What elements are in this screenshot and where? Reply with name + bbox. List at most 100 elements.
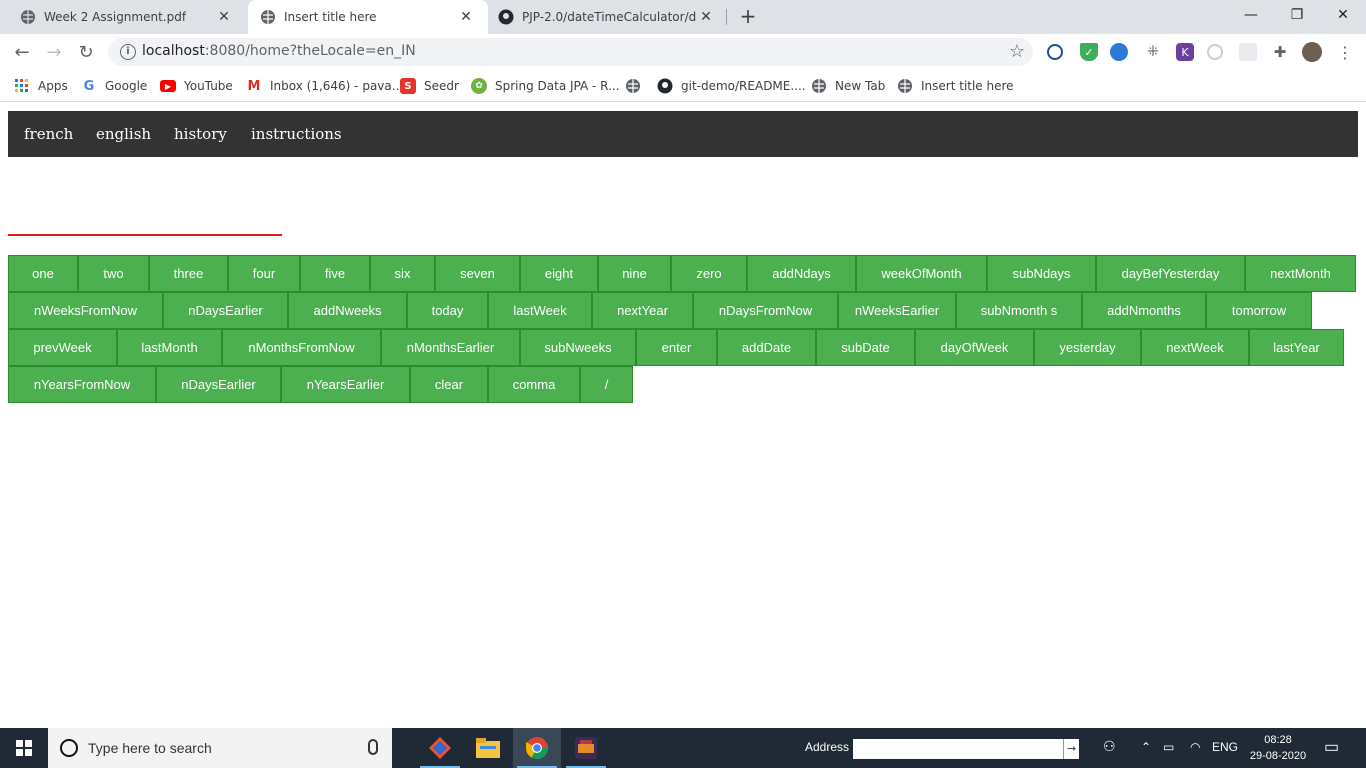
bookmark-insert-title[interactable]: Insert title here bbox=[897, 76, 1014, 96]
taskbar-app-icon[interactable] bbox=[562, 728, 610, 768]
key-button[interactable]: subNdays bbox=[987, 255, 1096, 292]
key-button[interactable]: six bbox=[370, 255, 435, 292]
close-tab-icon[interactable]: ✕ bbox=[458, 9, 474, 25]
key-button[interactable]: seven bbox=[435, 255, 520, 292]
taskbar-search-box[interactable]: Type here to search bbox=[48, 728, 392, 768]
key-button[interactable]: subNmonth s bbox=[956, 292, 1082, 329]
url-text[interactable]: localhost:8080/home?theLocale=en_IN bbox=[142, 43, 416, 59]
tab-week2-assignment[interactable]: Week 2 Assignment.pdf ✕ bbox=[0, 0, 246, 34]
key-button[interactable]: addNweeks bbox=[288, 292, 407, 329]
reload-icon[interactable]: ↻ bbox=[74, 40, 98, 64]
key-button[interactable]: addDate bbox=[717, 329, 816, 366]
key-button[interactable]: today bbox=[407, 292, 488, 329]
key-button[interactable]: subNweeks bbox=[520, 329, 636, 366]
bookmark-google[interactable]: G Google bbox=[81, 76, 148, 96]
key-button[interactable]: addNdays bbox=[747, 255, 856, 292]
key-button[interactable]: nDaysFromNow bbox=[693, 292, 838, 329]
key-button[interactable]: four bbox=[228, 255, 300, 292]
bookmark-inbox[interactable]: M Inbox (1,646) - pava... bbox=[246, 76, 404, 96]
back-arrow-icon[interactable]: ← bbox=[10, 40, 34, 64]
chevron-up-icon[interactable]: ⌃ bbox=[1141, 740, 1151, 754]
restore-button[interactable]: ❐ bbox=[1274, 0, 1320, 30]
new-tab-button[interactable]: + bbox=[737, 6, 759, 28]
puzzle-icon[interactable]: ✚ bbox=[1271, 43, 1289, 61]
shield-extension-icon[interactable]: ✓ bbox=[1080, 43, 1098, 61]
key-button[interactable]: nMonthsEarlier bbox=[381, 329, 520, 366]
key-button[interactable]: comma bbox=[488, 366, 580, 403]
wifi-icon[interactable]: ◠ bbox=[1190, 740, 1200, 754]
key-button[interactable]: nDaysEarlier bbox=[156, 366, 281, 403]
key-button[interactable]: weekOfMonth bbox=[856, 255, 987, 292]
system-clock[interactable]: 08:28 29-08-2020 bbox=[1248, 732, 1308, 764]
close-tab-icon[interactable]: ✕ bbox=[698, 9, 714, 25]
globe-extension-icon[interactable] bbox=[1110, 43, 1128, 61]
minimize-button[interactable]: — bbox=[1228, 0, 1274, 30]
grid-extension-icon[interactable]: ⁜ bbox=[1144, 43, 1162, 61]
key-button[interactable]: dayOfWeek bbox=[915, 329, 1034, 366]
taskbar-git-app[interactable] bbox=[416, 728, 464, 768]
box-extension-icon[interactable] bbox=[1239, 43, 1257, 61]
battery-icon[interactable]: ▭ bbox=[1163, 740, 1174, 754]
key-button[interactable]: addNmonths bbox=[1082, 292, 1206, 329]
close-tab-icon[interactable]: ✕ bbox=[216, 9, 232, 25]
address-go-icon[interactable]: → bbox=[1063, 739, 1079, 759]
circle-extension-icon[interactable] bbox=[1207, 44, 1223, 60]
key-button[interactable]: tomorrow bbox=[1206, 292, 1312, 329]
key-button[interactable]: two bbox=[78, 255, 149, 292]
key-button[interactable]: lastWeek bbox=[488, 292, 592, 329]
bookmark-youtube[interactable]: ▶ YouTube bbox=[160, 76, 233, 96]
key-button[interactable]: nDaysEarlier bbox=[163, 292, 288, 329]
nav-english[interactable]: english bbox=[96, 125, 151, 143]
key-button[interactable]: nextMonth bbox=[1245, 255, 1356, 292]
key-button[interactable]: three bbox=[149, 255, 228, 292]
key-button[interactable]: lastYear bbox=[1249, 329, 1344, 366]
bookmark-globe[interactable] bbox=[625, 76, 649, 96]
key-button[interactable]: one bbox=[8, 255, 78, 292]
key-button[interactable]: enter bbox=[636, 329, 717, 366]
info-icon[interactable]: i bbox=[120, 44, 136, 60]
block-extension-icon[interactable] bbox=[1047, 44, 1063, 60]
key-button[interactable]: nYearsEarlier bbox=[281, 366, 410, 403]
key-button[interactable]: nextYear bbox=[592, 292, 693, 329]
notification-icon[interactable]: ▭ bbox=[1324, 737, 1339, 757]
forward-arrow-icon[interactable]: → bbox=[42, 40, 66, 64]
key-button[interactable]: nYearsFromNow bbox=[8, 366, 156, 403]
bookmark-apps[interactable]: Apps bbox=[14, 76, 68, 96]
key-button[interactable]: clear bbox=[410, 366, 488, 403]
key-button[interactable]: prevWeek bbox=[8, 329, 117, 366]
key-button[interactable]: nMonthsFromNow bbox=[222, 329, 381, 366]
nav-history[interactable]: history bbox=[174, 125, 227, 143]
key-button[interactable]: five bbox=[300, 255, 370, 292]
key-button[interactable]: zero bbox=[671, 255, 747, 292]
taskbar-address-input[interactable] bbox=[853, 739, 1063, 759]
key-button[interactable]: yesterday bbox=[1034, 329, 1141, 366]
menu-kebab-icon[interactable]: ⋮ bbox=[1336, 43, 1354, 62]
microphone-icon[interactable] bbox=[368, 739, 378, 755]
bookmark-new-tab[interactable]: New Tab bbox=[811, 76, 885, 96]
key-button[interactable]: nWeeksFromNow bbox=[8, 292, 163, 329]
taskbar-chrome[interactable] bbox=[513, 728, 561, 768]
bookmark-seedr[interactable]: S Seedr bbox=[400, 76, 459, 96]
people-icon[interactable]: ⚇ bbox=[1103, 738, 1116, 755]
bookmark-git-demo[interactable]: git-demo/README.... bbox=[657, 76, 806, 96]
key-button[interactable]: nine bbox=[598, 255, 671, 292]
nav-french[interactable]: french bbox=[24, 125, 73, 143]
key-button[interactable]: / bbox=[580, 366, 633, 403]
tab-insert-title[interactable]: Insert title here ✕ bbox=[248, 0, 488, 34]
key-button[interactable]: eight bbox=[520, 255, 598, 292]
kotlin-extension-icon[interactable]: K bbox=[1176, 43, 1194, 61]
address-bar[interactable]: i localhost:8080/home?theLocale=en_IN ☆ bbox=[108, 38, 1033, 66]
close-window-button[interactable]: ✕ bbox=[1320, 0, 1366, 30]
windows-start-button[interactable] bbox=[0, 728, 48, 768]
key-button[interactable]: subDate bbox=[816, 329, 915, 366]
key-button[interactable]: nextWeek bbox=[1141, 329, 1249, 366]
key-button[interactable]: nWeeksEarlier bbox=[838, 292, 956, 329]
key-button[interactable]: dayBefYesterday bbox=[1096, 255, 1245, 292]
nav-instructions[interactable]: instructions bbox=[251, 125, 342, 143]
avatar[interactable] bbox=[1302, 42, 1322, 62]
tab-github-pjp[interactable]: PJP-2.0/dateTimeCalculator/dem ✕ bbox=[488, 0, 728, 34]
bookmark-star-icon[interactable]: ☆ bbox=[1009, 41, 1025, 62]
bookmark-spring-data[interactable]: ✿ Spring Data JPA - R... bbox=[471, 76, 620, 96]
key-button[interactable]: lastMonth bbox=[117, 329, 222, 366]
taskbar-file-explorer[interactable] bbox=[464, 728, 512, 768]
